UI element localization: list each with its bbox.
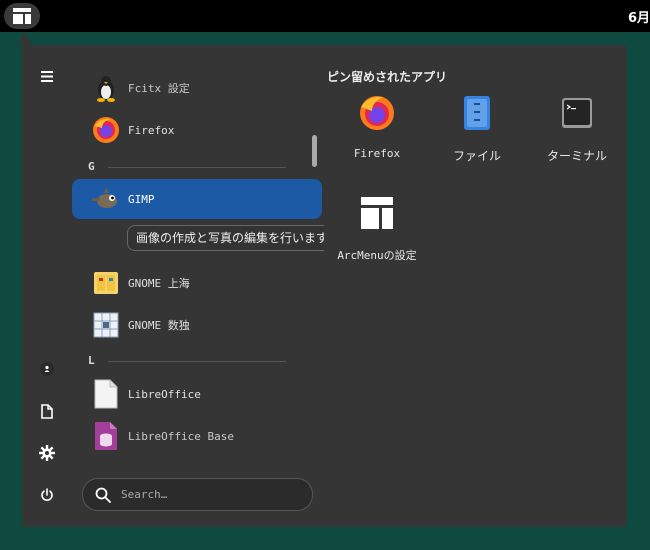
documents-button[interactable] — [22, 396, 72, 426]
list-scrollbar[interactable] — [312, 135, 317, 167]
power-icon — [41, 488, 53, 501]
list-item-firefox[interactable]: Firefox — [72, 110, 322, 150]
menu-icon — [41, 70, 53, 82]
terminal-icon — [557, 93, 597, 133]
list-item-label: Firefox — [128, 123, 175, 137]
app-list[interactable]: Fcitx 設定 Firefox G GIMP GNOME 上海 GNOME 数… — [72, 45, 324, 475]
list-item-label: GNOME 数独 — [128, 319, 190, 332]
layout-icon — [13, 8, 31, 24]
section-header-l: L — [88, 354, 288, 368]
section-divider — [108, 167, 286, 168]
list-item-libreoffice-base[interactable]: LibreOffice Base — [72, 416, 322, 456]
document-icon — [41, 403, 53, 419]
section-divider — [108, 361, 286, 362]
pinned-app-label: ArcMenuの設定 — [337, 249, 417, 262]
pinned-app-terminal[interactable]: ターミナル — [527, 93, 627, 183]
list-item-label: LibreOffice Base — [128, 429, 234, 443]
fcitx-penguin-icon — [92, 74, 120, 102]
gimp-icon — [92, 185, 120, 213]
libreoffice-icon — [92, 379, 120, 409]
list-item-libreoffice[interactable]: LibreOffice — [72, 374, 322, 414]
firefox-icon — [357, 93, 397, 133]
libreoffice-base-icon — [92, 422, 120, 450]
mahjongg-icon — [92, 269, 120, 297]
pinned-app-label: Firefox — [353, 147, 401, 160]
hamburger-button[interactable] — [22, 61, 72, 91]
user-icon — [40, 362, 54, 376]
list-item-gnome-mahjongg[interactable]: GNOME 上海 — [72, 263, 322, 303]
list-item-label: GNOME 上海 — [128, 277, 190, 290]
pinned-title: ピン留めされたアプリ — [327, 70, 448, 84]
pinned-app-firefox[interactable]: Firefox — [327, 93, 427, 183]
search-box[interactable] — [82, 478, 313, 511]
list-item-gimp[interactable]: GIMP — [72, 179, 322, 219]
list-item-label: LibreOffice — [128, 387, 201, 401]
sudoku-icon — [92, 311, 120, 339]
files-icon — [457, 93, 497, 133]
clock[interactable]: 6月 — [628, 7, 650, 26]
section-header-g: G — [88, 160, 288, 174]
arc-menu: Fcitx 設定 Firefox G GIMP GNOME 上海 GNOME 数… — [22, 45, 627, 527]
pinned-app-files[interactable]: ファイル — [427, 93, 527, 183]
gear-icon — [39, 445, 55, 461]
list-item-label: GIMP — [128, 192, 155, 206]
pinned-app-label: ファイル — [452, 149, 501, 163]
arcmenu-settings-icon — [357, 193, 397, 233]
pinned-app-arcmenu-settings[interactable]: ArcMenuの設定 — [327, 193, 427, 283]
list-item-label: Fcitx 設定 — [128, 82, 190, 95]
activities-button[interactable] — [4, 3, 40, 29]
power-button[interactable] — [22, 480, 72, 510]
tooltip: 画像の作成と写真の編集を行います — [127, 225, 324, 251]
settings-button[interactable] — [22, 438, 72, 468]
top-bar: 6月 — [0, 0, 650, 32]
list-item-gnome-sudoku[interactable]: GNOME 数独 — [72, 305, 322, 345]
search-input[interactable] — [119, 487, 303, 502]
list-item-fcitx[interactable]: Fcitx 設定 — [72, 68, 322, 108]
menu-arrow — [18, 32, 32, 45]
firefox-icon — [92, 116, 120, 144]
user-button[interactable] — [22, 354, 72, 384]
search-icon — [95, 487, 111, 503]
pinned-app-label: ターミナル — [546, 149, 607, 163]
